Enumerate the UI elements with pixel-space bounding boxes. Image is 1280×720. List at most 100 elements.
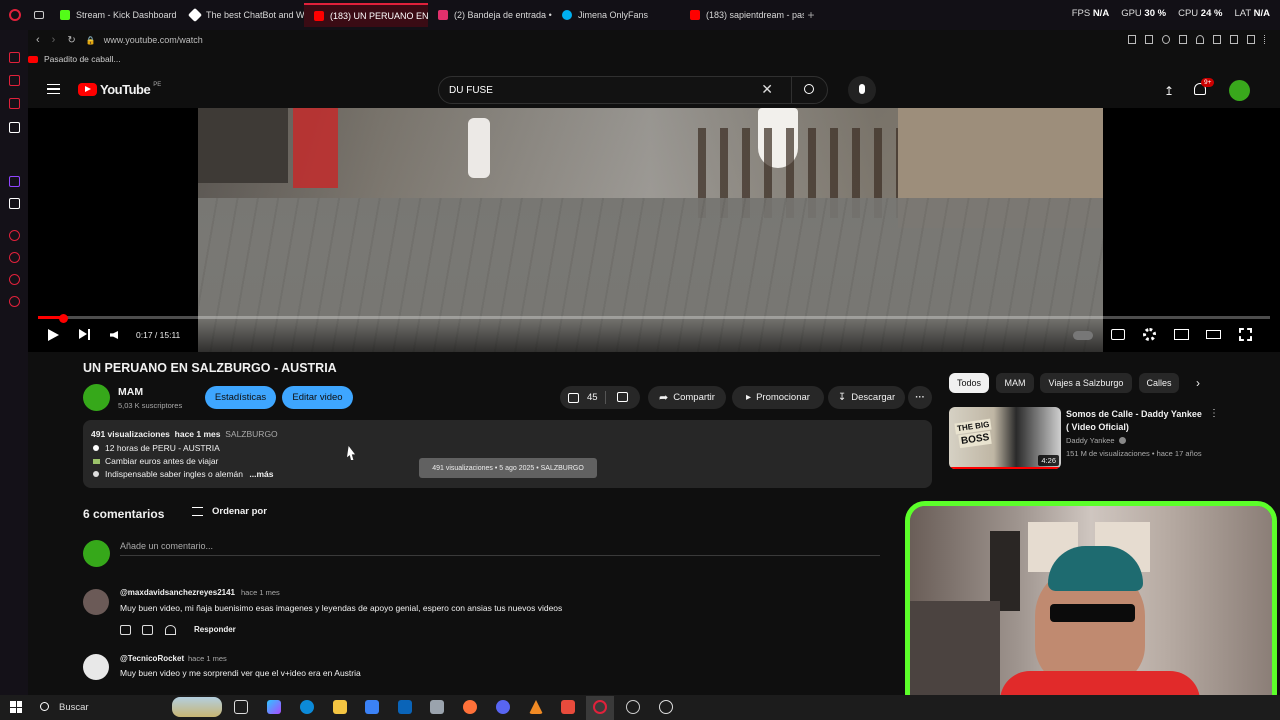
description-box[interactable]: 491 visualizaciones hace 1 mes SALZBURGO… (83, 420, 932, 488)
edit-video-button[interactable]: Editar video (282, 386, 353, 409)
reload-icon[interactable]: ↻ (67, 35, 75, 46)
media-player-icon[interactable] (659, 700, 673, 714)
subtitles-icon[interactable] (1111, 329, 1125, 340)
store-icon[interactable] (365, 700, 379, 714)
url-field[interactable]: www.youtube.com/watch (104, 35, 203, 45)
firefox-icon[interactable] (463, 700, 477, 714)
tab-onlyfans[interactable]: Jimena OnlyFans (552, 3, 680, 27)
comment-like-icon[interactable] (120, 625, 131, 635)
youtube-logo[interactable]: YouTube PE (78, 82, 161, 97)
x-icon[interactable] (9, 198, 20, 209)
chip-channel[interactable]: MAM (996, 373, 1034, 393)
theater-mode-icon[interactable] (1206, 330, 1221, 339)
task-view-icon[interactable] (234, 700, 248, 714)
progress-bar[interactable] (38, 316, 1270, 319)
menu-icon[interactable] (1264, 35, 1272, 44)
reply-button[interactable]: Responder (194, 625, 236, 634)
sort-button[interactable]: Ordenar por (212, 506, 267, 517)
comment-time[interactable]: hace 1 mes (188, 654, 288, 663)
tab-menu-icon[interactable] (28, 11, 50, 19)
bookmark-item[interactable]: Pasadito de caball... (44, 54, 121, 64)
twitch-icon[interactable] (9, 176, 20, 187)
commenter-avatar[interactable] (83, 589, 109, 615)
miniplayer-icon[interactable] (1174, 329, 1189, 340)
chip-salzburgo[interactable]: Viajes a Salzburgo (1040, 373, 1132, 393)
new-tab-icon[interactable]: + (804, 8, 818, 22)
outlook-icon[interactable] (398, 700, 412, 714)
file-explorer-icon[interactable] (333, 700, 347, 714)
recommendation-menu-icon[interactable]: ⋮ (1209, 408, 1219, 419)
voice-search-button[interactable] (848, 76, 876, 104)
add-comment-input[interactable]: Añade un comentario... (120, 541, 213, 551)
opera-gx-icon[interactable] (9, 9, 21, 21)
discord-icon[interactable] (496, 700, 510, 714)
tab-youtube-active[interactable]: (183) UN PERUANO EN S (304, 3, 428, 27)
recommendation-channel[interactable]: Daddy Yankee (1066, 436, 1115, 445)
snapshot-icon[interactable] (1145, 35, 1153, 44)
download-icon[interactable] (1247, 35, 1255, 44)
extensions-icon[interactable] (1213, 35, 1221, 44)
extensions-icon[interactable] (9, 274, 20, 285)
heart-icon[interactable] (1196, 35, 1204, 44)
wallet-icon[interactable] (1230, 35, 1238, 44)
commenter-avatar[interactable] (83, 654, 109, 680)
creator-heart-icon[interactable] (165, 625, 176, 635)
tab-kick[interactable]: Stream - Kick Dashboard (50, 3, 180, 27)
tab-chatbot[interactable]: The best ChatBot and W (180, 3, 304, 27)
chip-all[interactable]: Todos (949, 373, 989, 393)
recommendation-title[interactable]: Somos de Calle - Daddy Yankee ( Video Of… (1066, 408, 1206, 434)
history-icon[interactable] (9, 230, 20, 241)
play-icon[interactable] (1179, 35, 1187, 44)
pin-icon[interactable] (1128, 35, 1136, 44)
upload-icon[interactable]: ↥ (1164, 84, 1174, 98)
more-actions-icon[interactable]: ··· (908, 386, 932, 409)
fullscreen-icon[interactable] (1239, 328, 1252, 341)
gx-corner-icon[interactable] (9, 75, 20, 86)
settings-icon[interactable] (9, 296, 20, 307)
hamburger-menu-icon[interactable] (47, 84, 60, 94)
windows-start-icon[interactable] (10, 701, 22, 713)
kick-icon[interactable] (9, 122, 20, 133)
search-input[interactable]: DU FUSE ✕ (438, 76, 828, 104)
forward-icon[interactable]: › (52, 34, 56, 46)
chevron-right-icon[interactable]: › (1196, 376, 1200, 390)
comment-time[interactable]: hace 1 mes (241, 588, 341, 597)
gx-control-icon[interactable] (9, 52, 20, 63)
video-player[interactable]: 0:17 / 15:11 (28, 108, 1280, 352)
play-button-icon[interactable] (48, 329, 59, 341)
share-button[interactable]: ➦ Compartir (648, 386, 726, 409)
obs-icon[interactable] (626, 700, 640, 714)
recommendation-thumbnail[interactable]: THE BIG BOSS 4:26 (949, 407, 1061, 469)
dislike-icon[interactable] (617, 392, 628, 402)
channel-name[interactable]: MAM (118, 386, 143, 398)
show-more-link[interactable]: ...más (249, 469, 273, 479)
vpn-icon[interactable] (1162, 35, 1170, 44)
copilot-icon[interactable] (267, 700, 281, 714)
search-button[interactable] (791, 77, 827, 103)
tab-instagram[interactable]: (2) Bandeja de entrada • (428, 3, 552, 27)
channel-avatar[interactable] (83, 384, 110, 411)
promote-button[interactable]: ▸ Promocionar (732, 386, 824, 409)
like-icon[interactable] (568, 392, 579, 403)
chip-calles[interactable]: Calles (1139, 373, 1179, 393)
stats-button[interactable]: Estadísticas (205, 386, 276, 409)
sort-icon[interactable] (192, 507, 203, 516)
clock-icon[interactable] (9, 252, 20, 263)
comment-dislike-icon[interactable] (142, 625, 153, 635)
taskbar-search-icon[interactable] (40, 702, 49, 711)
gx-player-icon[interactable] (9, 98, 20, 109)
like-count[interactable]: 45 (587, 392, 598, 403)
settings-gear-icon[interactable] (1143, 328, 1156, 341)
app-icon[interactable] (561, 700, 575, 714)
edge-icon[interactable] (300, 700, 314, 714)
taskbar-search-label[interactable]: Buscar (59, 702, 89, 713)
opera-gx-taskbar-icon[interactable] (593, 700, 607, 714)
account-avatar[interactable] (1229, 80, 1250, 101)
app-icon[interactable] (430, 700, 444, 714)
next-button-icon[interactable] (79, 329, 87, 339)
opera-menu[interactable] (0, 9, 28, 21)
tab-youtube-2[interactable]: (183) sapientdream - past (680, 3, 804, 27)
scrubber-handle[interactable] (59, 314, 68, 323)
autoplay-toggle[interactable] (1073, 331, 1093, 340)
back-icon[interactable]: ‹ (36, 34, 40, 46)
